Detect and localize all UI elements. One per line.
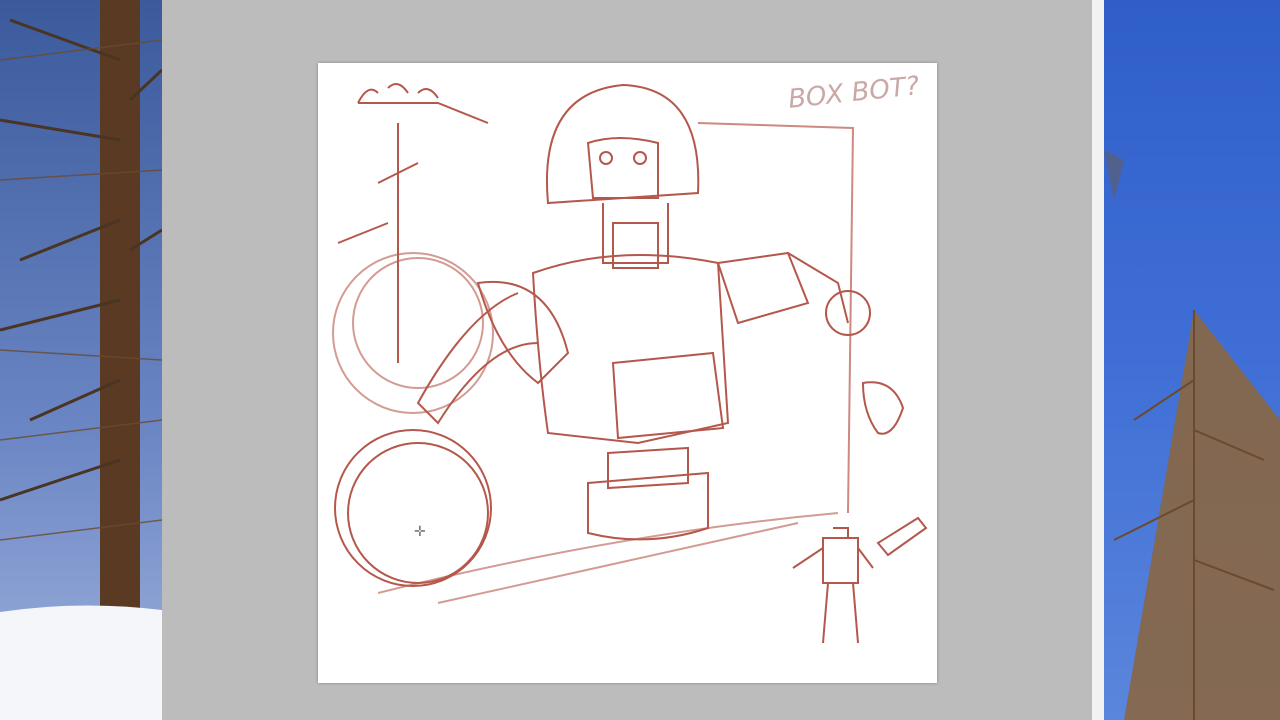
robot-torso (531, 254, 730, 445)
small-robot-sketch (792, 527, 874, 644)
robot-left-arm (416, 292, 539, 425)
tree-photo-left (0, 0, 162, 720)
desktop-background-left (0, 0, 162, 720)
crosshair-icon: ✛ (414, 523, 426, 539)
desktop-background-right (1104, 0, 1280, 720)
robot-head (546, 83, 700, 205)
drawing-canvas[interactable]: BOX BOT? ✛ (318, 63, 937, 683)
robot-right-arm (716, 251, 810, 325)
robot-sketch (332, 83, 928, 644)
robot-base (587, 471, 709, 541)
tree-photo-right (1104, 150, 1280, 720)
window-border (1092, 0, 1104, 720)
